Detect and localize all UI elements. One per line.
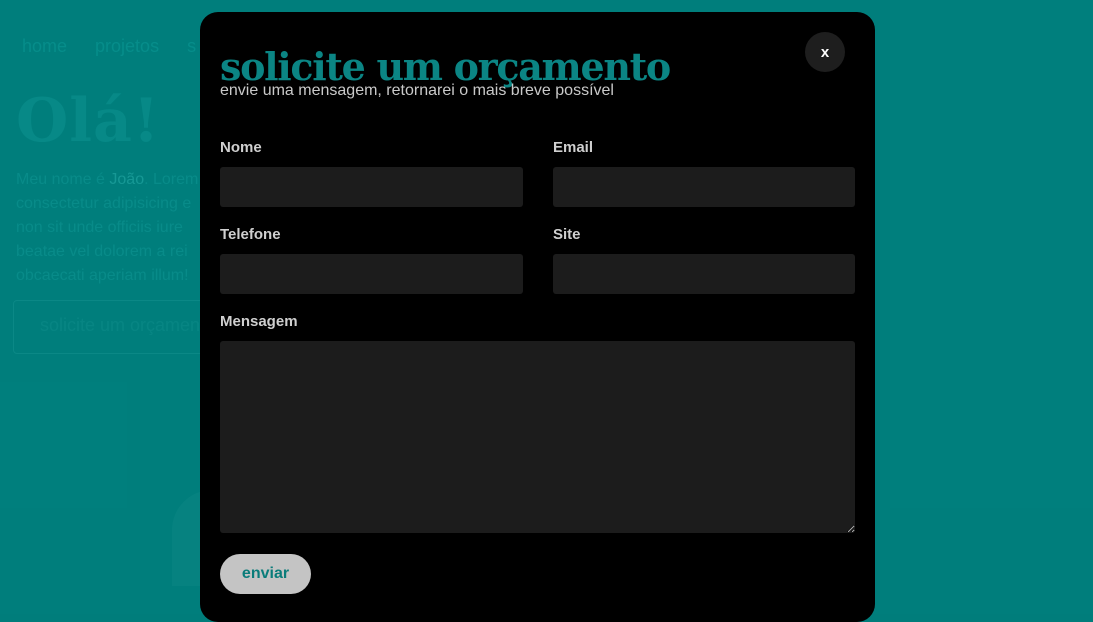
quote-modal: solicite um orçamento envie uma mensagem… bbox=[200, 12, 875, 622]
email-field[interactable] bbox=[553, 167, 855, 207]
site-label: Site bbox=[553, 226, 581, 243]
phone-field[interactable] bbox=[220, 254, 523, 294]
submit-button[interactable]: enviar bbox=[220, 554, 311, 594]
name-label: Nome bbox=[220, 139, 262, 156]
name-field[interactable] bbox=[220, 167, 523, 207]
phone-label: Telefone bbox=[220, 226, 281, 243]
email-label: Email bbox=[553, 139, 593, 156]
message-label: Mensagem bbox=[220, 313, 298, 330]
site-field[interactable] bbox=[553, 254, 855, 294]
message-textarea[interactable] bbox=[220, 341, 855, 533]
close-button[interactable]: x bbox=[805, 32, 845, 72]
modal-subtitle: envie uma mensagem, retornarei o mais br… bbox=[220, 82, 614, 100]
